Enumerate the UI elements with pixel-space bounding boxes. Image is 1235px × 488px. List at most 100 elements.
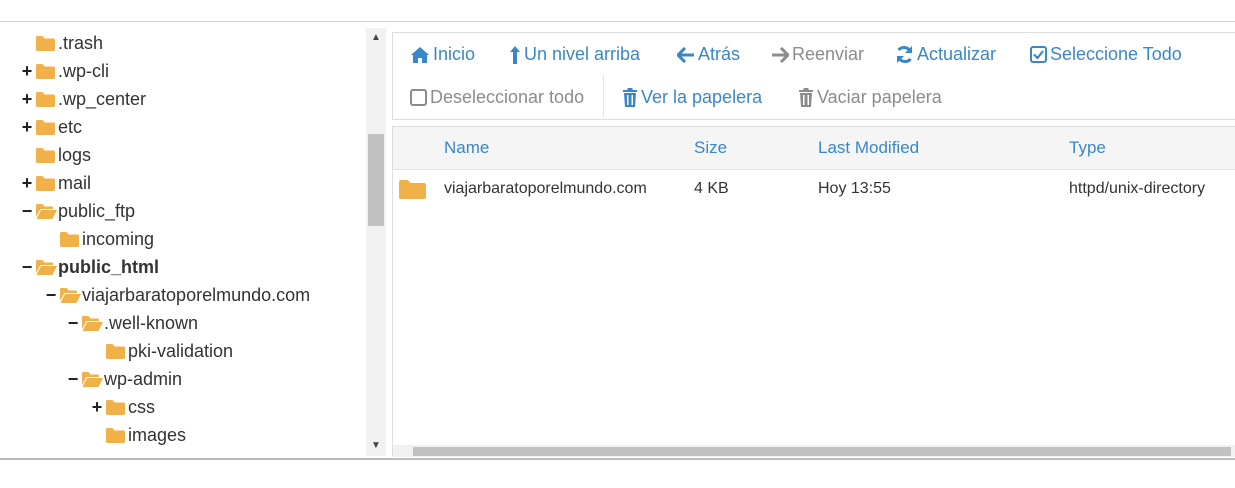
arrow-right-icon <box>772 46 789 63</box>
folder-icon <box>36 63 55 79</box>
file-pane: Inicio Un nivel arriba Atrás Reenviar Ac… <box>392 32 1235 457</box>
refresh-icon <box>897 45 912 64</box>
folder-icon <box>36 175 55 191</box>
folder-open-icon <box>82 371 103 387</box>
tree-item-images[interactable]: images <box>106 422 186 448</box>
tree-item-label: public_ftp <box>58 201 136 221</box>
tree-item-label: public_html <box>58 257 160 277</box>
tree-item-public-ftp[interactable]: − public_ftp <box>20 198 135 224</box>
tree-item-etc[interactable]: + etc <box>20 114 82 140</box>
tree-item-pki-validation[interactable]: pki-validation <box>106 338 233 364</box>
tree-item-trash[interactable]: .trash <box>36 30 103 56</box>
deselect-all-label: Deseleccionar todo <box>430 87 585 107</box>
scrollbar-thumb[interactable] <box>413 447 1231 456</box>
top-border <box>0 21 1235 22</box>
empty-trash-button[interactable]: Vaciar papelera <box>798 87 942 108</box>
up-one-level-button[interactable]: Un nivel arriba <box>509 44 640 65</box>
column-header-name[interactable]: Name <box>444 127 489 169</box>
file-size: 4 KB <box>694 180 729 197</box>
tree-item-wp-admin[interactable]: − wp-admin <box>66 366 182 392</box>
expand-toggle[interactable]: + <box>20 170 34 196</box>
tree-item-well-known[interactable]: − .well-known <box>66 310 198 336</box>
folder-icon <box>106 427 125 443</box>
expand-toggle[interactable]: + <box>90 394 104 420</box>
column-header-modified[interactable]: Last Modified <box>818 127 919 169</box>
folder-icon <box>106 399 125 415</box>
collapse-toggle[interactable]: − <box>20 254 34 280</box>
trash-icon <box>623 88 637 107</box>
folder-icon <box>60 231 79 247</box>
forward-label: Reenviar <box>792 44 865 64</box>
checkbox-empty-icon <box>410 89 427 106</box>
tree-item-logs[interactable]: logs <box>36 142 91 168</box>
tree-item-css[interactable]: + css <box>90 394 155 420</box>
scrollbar-thumb[interactable] <box>368 134 384 226</box>
level-up-icon <box>510 45 520 64</box>
empty-trash-label: Vaciar papelera <box>817 87 942 107</box>
expand-toggle[interactable]: + <box>20 58 34 84</box>
file-type: httpd/unix-directory <box>1069 180 1206 197</box>
collapse-toggle[interactable]: − <box>44 282 58 308</box>
column-header-type[interactable]: Type <box>1069 127 1106 169</box>
tree-item-label: logs <box>58 145 92 165</box>
scroll-up-arrow-icon[interactable]: ▲ <box>369 32 383 44</box>
forward-button[interactable]: Reenviar <box>771 44 864 65</box>
folder-open-icon <box>60 287 81 303</box>
tree-item-wp-center[interactable]: + .wp_center <box>20 86 146 112</box>
folder-tree: .trash + .wp-cli + .wp_center + etc logs… <box>0 24 365 456</box>
folder-icon <box>36 91 55 107</box>
arrow-left-icon <box>677 46 694 63</box>
tree-item-label: .well-known <box>104 313 199 333</box>
table-row[interactable]: viajarbaratoporelmundo.com 4 KB Hoy 13:5… <box>393 170 1235 208</box>
folder-icon <box>36 119 55 135</box>
file-list: Name Size Last Modified Type viajarbarat… <box>392 126 1235 457</box>
folder-open-icon <box>36 203 57 219</box>
deselect-all-button[interactable]: Deseleccionar todo <box>410 87 584 108</box>
tree-item-label: viajarbaratoporelmundo.com <box>82 285 311 305</box>
tree-item-label: .wp_center <box>58 89 147 109</box>
folder-icon <box>36 35 55 51</box>
folder-icon <box>36 147 55 163</box>
scroll-down-arrow-icon[interactable]: ▼ <box>369 440 383 452</box>
folder-open-icon <box>82 315 103 331</box>
bottom-border <box>0 458 1235 460</box>
reload-button[interactable]: Actualizar <box>895 44 996 65</box>
expand-toggle[interactable]: + <box>20 114 34 140</box>
tree-item-site-folder[interactable]: − viajarbaratoporelmundo.com <box>44 282 310 308</box>
tree-scrollbar[interactable]: ▲ ▼ <box>366 28 386 456</box>
tree-item-incoming[interactable]: incoming <box>60 226 154 252</box>
home-button[interactable]: Inicio <box>410 44 475 65</box>
tree-item-label: .trash <box>58 33 104 53</box>
back-label: Atrás <box>698 44 741 64</box>
collapse-toggle[interactable]: − <box>66 366 80 392</box>
table-header: Name Size Last Modified Type <box>393 127 1235 170</box>
tree-item-label: .wp-cli <box>58 61 110 81</box>
file-modified: Hoy 13:55 <box>818 180 891 197</box>
toolbar: Inicio Un nivel arriba Atrás Reenviar Ac… <box>392 32 1235 120</box>
collapse-toggle[interactable]: − <box>66 310 80 336</box>
tree-item-label: css <box>128 397 155 417</box>
expand-toggle[interactable]: + <box>20 86 34 112</box>
home-icon <box>411 46 429 63</box>
reload-label: Actualizar <box>917 44 997 64</box>
view-trash-button[interactable]: Ver la papelera <box>622 87 762 108</box>
tree-item-label: pki-validation <box>128 341 234 361</box>
tree-item-label: etc <box>58 117 83 137</box>
checkbox-checked-icon <box>1030 46 1047 63</box>
collapse-toggle[interactable]: − <box>20 198 34 224</box>
back-button[interactable]: Atrás <box>677 44 740 65</box>
tree-item-mail[interactable]: + mail <box>20 170 91 196</box>
tree-item-label: mail <box>58 173 92 193</box>
select-all-label: Seleccione Todo <box>1050 44 1182 64</box>
up-label: Un nivel arriba <box>524 44 641 64</box>
select-all-button[interactable]: Seleccione Todo <box>1030 44 1182 65</box>
tree-item-public-html[interactable]: − public_html <box>20 254 159 280</box>
column-header-size[interactable]: Size <box>694 127 727 169</box>
home-label: Inicio <box>433 44 476 64</box>
folder-open-icon <box>36 259 57 275</box>
toolbar-divider <box>603 75 604 117</box>
file-name: viajarbaratoporelmundo.com <box>444 180 647 197</box>
horizontal-scrollbar[interactable] <box>393 445 1235 457</box>
tree-item-wp-cli[interactable]: + .wp-cli <box>20 58 109 84</box>
view-trash-label: Ver la papelera <box>641 87 763 107</box>
